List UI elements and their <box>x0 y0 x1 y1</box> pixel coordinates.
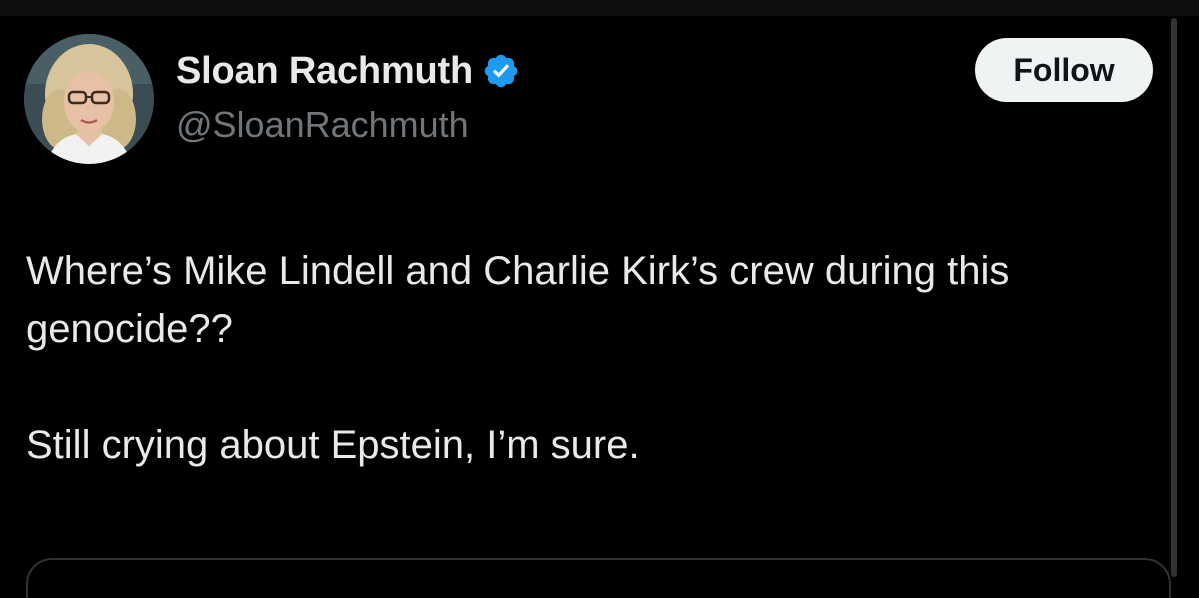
author-avatar[interactable] <box>24 34 154 164</box>
author-handle[interactable]: @SloanRachmuth <box>176 104 469 146</box>
author-display-name[interactable]: Sloan Rachmuth <box>176 50 473 93</box>
scrollbar[interactable] <box>1171 18 1177 577</box>
tweet-text: Where’s Mike Lindell and Charlie Kirk’s … <box>26 242 1156 474</box>
verified-badge-icon <box>484 54 518 88</box>
tweet-text-paragraph: Where’s Mike Lindell and Charlie Kirk’s … <box>26 249 1010 351</box>
top-strip <box>0 0 1199 16</box>
tweet[interactable]: Sloan Rachmuth @SloanRachmuth Follow Whe… <box>0 16 1165 577</box>
tweet-text-paragraph: Still crying about Epstein, I’m sure. <box>26 423 640 467</box>
avatar-photo-icon <box>24 34 154 164</box>
author-name-row: Sloan Rachmuth <box>176 46 520 96</box>
embedded-card[interactable] <box>26 558 1171 598</box>
follow-button[interactable]: Follow <box>975 38 1153 102</box>
